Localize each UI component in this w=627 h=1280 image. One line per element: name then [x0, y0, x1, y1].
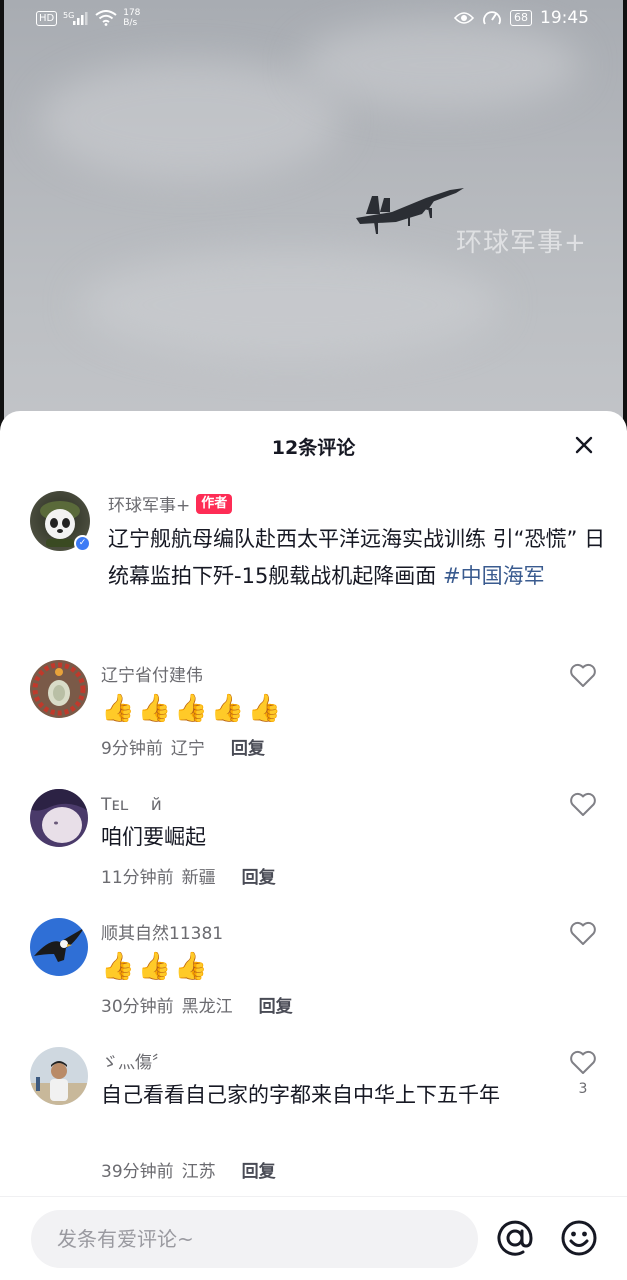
heart-icon — [570, 663, 596, 687]
speedometer-icon — [483, 11, 501, 25]
network-speed: 178 B/s — [123, 8, 140, 28]
comment-text: 咱们要崛起 — [101, 825, 206, 849]
like-button[interactable] — [568, 662, 598, 694]
comment-sheet: 12条评论 ✓ 环球军事+ 作者 辽宁舰航母编队赴西太平洋远海实战训练 引“恐慌… — [0, 411, 627, 1280]
comment-item: Tᴇʟ й 咱们要崛起 11分钟前 新疆 回复 — [30, 789, 610, 889]
avatar[interactable] — [30, 1047, 88, 1105]
comment-time: 11分钟前 — [101, 868, 174, 888]
heart-icon — [570, 792, 596, 816]
comment-text: 自己看看自己家的字都来自中华上下五千年 — [101, 1083, 500, 1107]
reply-button[interactable]: 回复 — [231, 734, 265, 759]
battery-icon: 68 — [510, 10, 532, 26]
mention-at-icon[interactable] — [496, 1219, 534, 1257]
post-caption: 辽宁舰航母编队赴西太平洋远海实战训练 引“恐慌” 日统幕监拍下歼-15舰载战机起… — [108, 521, 608, 595]
avatar[interactable] — [30, 660, 88, 718]
like-button[interactable]: 3 — [568, 1049, 598, 1097]
comment-time: 39分钟前 — [101, 1162, 174, 1182]
comment-time: 9分钟前 — [101, 739, 163, 759]
fighter-jet-image — [356, 188, 464, 234]
comment-item: 顺其自然11381 👍👍👍 30分钟前 黑龙江 回复 — [30, 918, 610, 1018]
comment-username[interactable]: 辽宁省付建伟 — [101, 661, 203, 686]
video-watermark: 环球军事+ — [456, 228, 587, 258]
video-border — [0, 0, 4, 432]
eagle-avatar-image — [30, 918, 88, 976]
emoji-icon[interactable] — [560, 1219, 598, 1257]
comment-username[interactable]: ゞ灬傷〞 — [101, 1048, 169, 1073]
comment-location: 江苏 — [181, 1162, 216, 1182]
jade-pendant-avatar-image — [30, 660, 88, 718]
comment-location: 辽宁 — [170, 739, 205, 759]
signal-type: 5G — [63, 11, 74, 20]
comment-meta: 11分钟前 新疆 回复 — [101, 863, 276, 888]
comment-username[interactable]: 顺其自然11381 — [101, 919, 223, 944]
cloud-shape — [80, 250, 500, 360]
clock: 19:45 — [540, 8, 589, 28]
cellular-signal-icon: 5G — [63, 11, 88, 25]
comment-location: 新疆 — [181, 868, 216, 888]
like-count: 3 — [578, 1081, 588, 1097]
avatar[interactable] — [30, 789, 88, 847]
verified-badge-icon: ✓ — [74, 535, 91, 552]
heart-icon — [570, 921, 596, 945]
comment-username[interactable]: Tᴇʟ й — [101, 790, 162, 815]
comment-meta: 30分钟前 黑龙江 回复 — [101, 992, 293, 1017]
cloud-shape — [40, 60, 340, 180]
comment-item: 辽宁省付建伟 👍👍👍👍👍 9分钟前 辽宁 回复 — [30, 660, 610, 760]
close-icon[interactable] — [572, 433, 596, 457]
avatar[interactable] — [30, 918, 88, 976]
wifi-icon — [95, 10, 117, 26]
video-player[interactable]: 环球军事+ — [0, 0, 627, 432]
comment-text: 👍👍👍 — [101, 951, 211, 982]
eye-icon — [454, 12, 474, 24]
network-speed-unit: B/s — [123, 18, 138, 28]
like-button[interactable] — [568, 791, 598, 823]
man-photo-avatar-image — [30, 1047, 88, 1105]
author-name[interactable]: 环球军事+ — [108, 491, 190, 516]
hashtag-link[interactable]: #中国海军 — [443, 564, 545, 588]
like-button[interactable] — [568, 920, 598, 952]
comment-item: ゞ灬傷〞 自己看看自己家的字都来自中华上下五千年 39分钟前 江苏 回复 3 — [30, 1047, 610, 1187]
network-speed-value: 178 — [123, 8, 141, 18]
video-border — [623, 0, 627, 432]
status-bar: HD 5G 178 B/s 68 19:45 — [0, 0, 627, 40]
comment-location: 黑龙江 — [181, 997, 233, 1017]
comment-meta: 9分钟前 辽宁 回复 — [101, 734, 265, 759]
comment-meta: 39分钟前 江苏 回复 — [101, 1157, 276, 1182]
reply-button[interactable]: 回复 — [259, 992, 293, 1017]
anime-girl-avatar-image — [30, 789, 88, 847]
reply-button[interactable]: 回复 — [242, 863, 276, 888]
heart-icon — [570, 1050, 596, 1074]
hd-voice-icon: HD — [36, 10, 58, 26]
comment-text: 👍👍👍👍👍 — [101, 693, 285, 724]
reply-button[interactable]: 回复 — [242, 1157, 276, 1182]
comment-input-bar — [0, 1196, 627, 1280]
author-badge: 作者 — [196, 493, 233, 514]
comment-count-title: 12条评论 — [271, 437, 356, 459]
comment-input[interactable] — [31, 1210, 478, 1268]
comment-time: 30分钟前 — [101, 997, 174, 1017]
